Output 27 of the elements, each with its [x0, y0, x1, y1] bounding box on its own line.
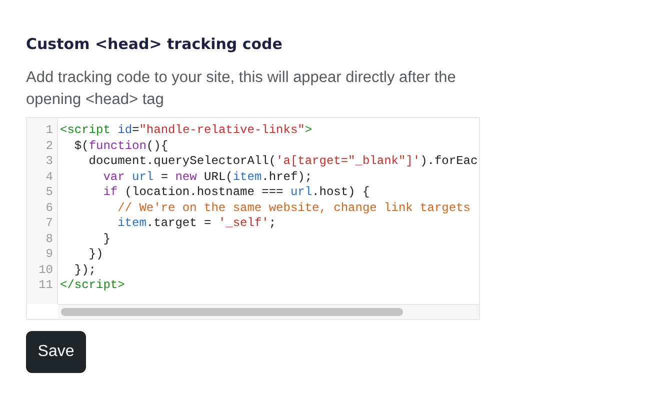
line-number: 10 — [38, 262, 54, 278]
line-number: 2 — [44, 138, 54, 154]
line-number: 8 — [44, 232, 54, 247]
line-number: 6 — [44, 200, 54, 216]
code-line: }) — [88, 247, 104, 262]
line-number: 7 — [44, 216, 54, 232]
code-line: if (location.hostname === url.host) { — [102, 185, 371, 200]
code-line: <script id="handle-relative-links"> — [60, 123, 314, 138]
code-editor[interactable] — [26, 117, 480, 320]
line-number: 4 — [44, 170, 54, 185]
code-line: $(function(){ — [73, 138, 170, 154]
section-description: Add tracking code to your site, this will appear directly after the opening <head> tag — [26, 68, 457, 110]
line-number: 9 — [44, 247, 54, 262]
code-line: var url = new URL(item.href); — [102, 170, 314, 185]
horizontal-scrollbar[interactable] — [58, 304, 479, 319]
line-number: 11 — [38, 278, 54, 294]
line-number: 1 — [44, 123, 54, 138]
section-heading: Custom <head> tracking code — [26, 34, 284, 55]
save-button[interactable]: Save — [26, 331, 86, 373]
line-number: 3 — [44, 154, 54, 170]
code-line: } — [102, 232, 112, 247]
code-line: // We're on the same website, change link targets — [116, 200, 472, 216]
code-line: </script> — [60, 278, 126, 294]
code-line: document.querySelectorAll('a[target="_blank"]').forEac — [88, 154, 478, 170]
code-line: item.target = '_self'; — [116, 216, 278, 232]
code-line: }); — [73, 262, 98, 278]
line-number: 5 — [44, 185, 54, 200]
